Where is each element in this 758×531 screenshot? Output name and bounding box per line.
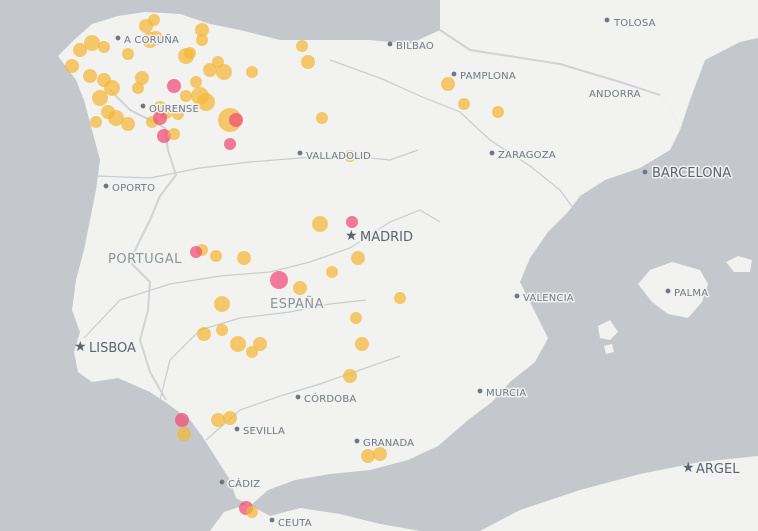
city-dot-bilbao [387,41,393,47]
city-dot-tolosa [604,17,610,23]
fire-marker[interactable] [132,82,144,94]
active-fire-marker[interactable] [175,413,189,427]
capital-star-lisboa: ★ [74,339,87,355]
city-dot-barcelona [642,169,648,175]
fire-marker[interactable] [196,34,208,46]
active-fire-marker[interactable] [190,246,202,258]
fire-marker[interactable] [301,55,315,69]
fire-marker[interactable] [84,35,100,51]
fire-marker[interactable] [343,369,357,383]
fire-marker[interactable] [121,117,135,131]
city-label-ceuta: CEUTA [278,518,312,529]
fire-marker[interactable] [197,327,211,341]
city-dot-ourense [140,103,146,109]
city-label-tolosa: TOLOSA [613,18,656,29]
fire-marker[interactable] [223,411,237,425]
country-label-espana: ESPAÑA [270,296,324,312]
fire-marker[interactable] [293,281,307,295]
fire-marker[interactable] [190,76,202,88]
city-label-valladolid: VALLADOLID [306,151,371,162]
fire-marker[interactable] [90,116,102,128]
fire-marker[interactable] [92,90,108,106]
city-dot-palma [665,288,671,294]
active-fire-marker[interactable] [346,216,358,228]
city-label-barcelona: BARCELONA [652,166,731,181]
city-dot-zaragoza [489,150,495,156]
city-label-lisboa: LISBOA [89,341,136,356]
city-dot-murcia [477,388,483,394]
fire-marker[interactable] [168,128,180,140]
fire-marker[interactable] [184,47,196,59]
fire-marker[interactable] [98,41,110,53]
fire-marker[interactable] [237,251,251,265]
fire-marker[interactable] [180,90,192,102]
fire-marker[interactable] [373,447,387,461]
fire-marker[interactable] [211,413,225,427]
city-dot-valladolid [297,150,303,156]
city-dot-pamplona [451,71,457,77]
fire-marker[interactable] [326,266,338,278]
fire-marker[interactable] [122,48,134,60]
fire-marker[interactable] [148,14,160,26]
fire-marker[interactable] [316,112,328,124]
city-label-sevilla: SEVILLA [243,426,285,437]
fire-marker[interactable] [216,64,232,80]
city-label-ourense: OURENSE [149,104,199,115]
city-dot-valencia [514,293,520,299]
city-label-a-coruna: A CORUÑA [124,33,179,46]
fire-marker[interactable] [65,59,79,73]
city-dot-sevilla [234,426,240,432]
city-dot-ceuta [269,517,275,523]
fire-marker[interactable] [350,312,362,324]
city-label-cadiz: CÁDIZ [228,477,260,490]
city-dot-granada [354,438,360,444]
city-dot-cadiz [219,479,225,485]
fire-marker[interactable] [210,250,222,262]
fire-marker[interactable] [246,506,258,518]
country-label-portugal: PORTUGAL [108,252,182,267]
active-fire-marker[interactable] [167,79,181,93]
active-fire-marker[interactable] [229,113,243,127]
city-label-valencia: VALENCIA [523,293,574,304]
fire-marker[interactable] [246,346,258,358]
fire-marker[interactable] [312,216,328,232]
fire-marker[interactable] [214,296,230,312]
city-dot-a-coruna [115,35,121,41]
fire-marker[interactable] [361,449,375,463]
fire-marker[interactable] [197,93,215,111]
active-fire-marker[interactable] [224,138,236,150]
city-label-zaragoza: ZARAGOZA [498,150,556,161]
fire-marker[interactable] [441,77,455,91]
capital-star-madrid: ★ [345,228,358,244]
fire-marker[interactable] [355,337,369,351]
city-dot-cordoba [295,394,301,400]
city-label-cordoba: CÓRDOBA [304,392,356,405]
capital-star-argel: ★ [682,460,695,476]
active-fire-marker[interactable] [270,271,288,289]
fire-marker[interactable] [492,106,504,118]
city-label-argel: ARGEL [696,462,740,477]
fire-marker[interactable] [458,98,470,110]
city-label-madrid: MADRID [360,230,413,245]
city-label-palma: PALMA [674,288,708,299]
fire-marker[interactable] [83,69,97,83]
fire-marker[interactable] [296,40,308,52]
fire-marker[interactable] [216,324,228,336]
city-label-murcia: MURCIA [486,388,526,399]
city-label-pamplona: PAMPLONA [460,71,516,82]
city-label-oporto: OPORTO [112,183,155,194]
city-dot-oporto [103,183,109,189]
fire-marker[interactable] [394,292,406,304]
fire-marker[interactable] [230,336,246,352]
city-label-andorra: ANDORRA [589,89,641,100]
map[interactable]: TOLOSA BILBAO PAMPLONA ANDORRA A CORUÑA … [0,0,758,531]
city-label-granada: GRANADA [363,438,414,449]
city-label-bilbao: BILBAO [396,41,434,52]
fire-marker[interactable] [351,251,365,265]
fire-marker[interactable] [246,66,258,78]
fire-marker[interactable] [177,427,191,441]
